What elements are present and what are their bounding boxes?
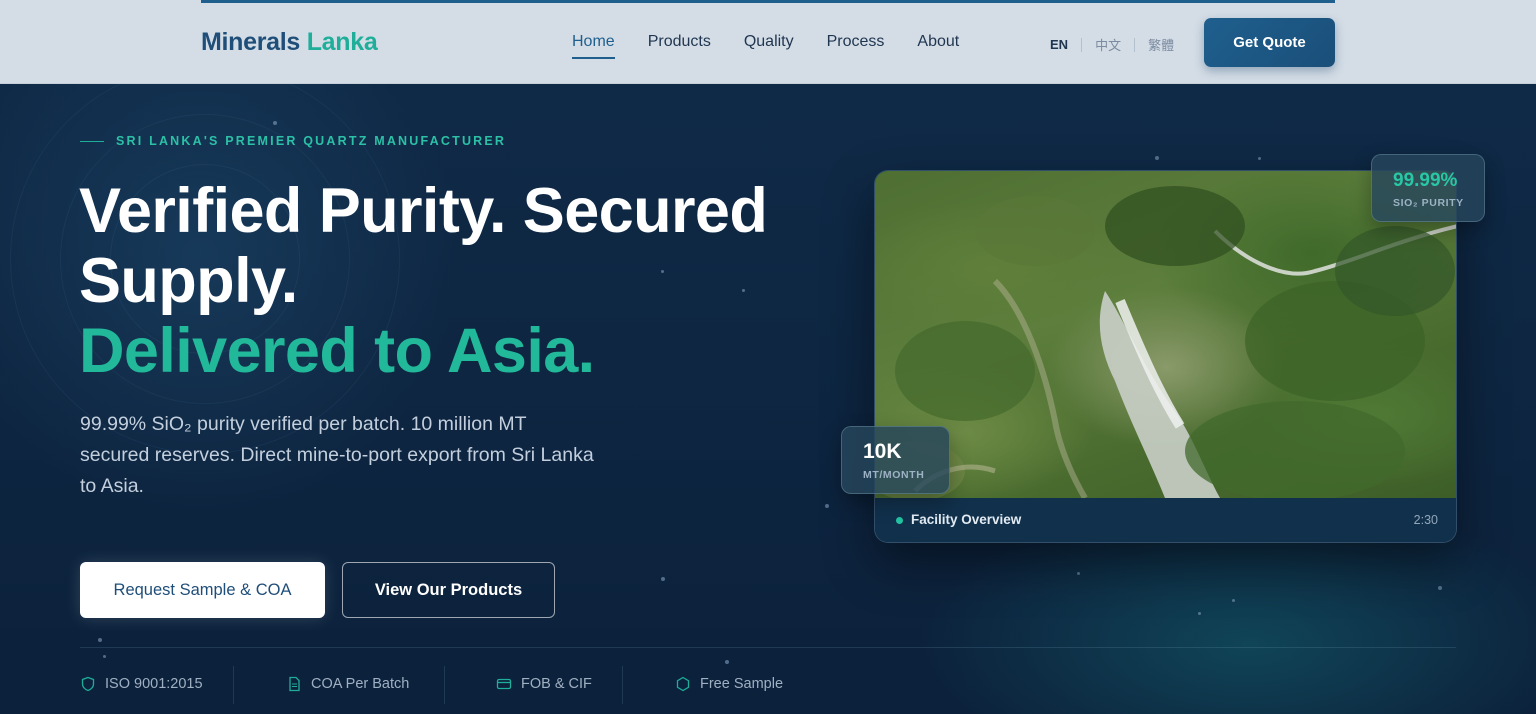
headline-line-2: Supply.	[79, 246, 298, 316]
decorative-dot	[1198, 612, 1201, 615]
trust-label-coa: COA Per Batch	[311, 676, 410, 692]
decorative-dot	[98, 638, 102, 642]
trust-separator	[622, 666, 623, 704]
lang-divider	[1081, 37, 1083, 52]
brand-name-primary: Minerals	[201, 28, 301, 56]
trust-bar-divider	[80, 647, 1456, 648]
view-products-button[interactable]: View Our Products	[342, 562, 555, 618]
decorative-dot	[1155, 156, 1159, 160]
eyebrow-line	[80, 140, 104, 142]
lang-en[interactable]: EN	[1050, 37, 1068, 52]
main-menu: Home Products Quality Process About	[572, 33, 992, 59]
hero-description: 99.99% SiO₂ purity verified per batch. 1…	[80, 413, 594, 497]
decorative-dot	[1258, 157, 1261, 160]
volume-badge: 10K MT/MONTH	[841, 426, 950, 494]
nav-accent-line	[201, 0, 1335, 3]
brand-logo[interactable]: Minerals Lanka	[201, 28, 378, 57]
lang-zh-traditional[interactable]: 繁體	[1148, 35, 1174, 54]
facility-video-card[interactable]: Facility Overview 2:30	[874, 170, 1457, 543]
lang-zh-simplified[interactable]: 中文	[1095, 35, 1121, 54]
headline-accent: Delivered to Asia.	[79, 316, 595, 386]
purity-badge: 99.99% SIO₂ PURITY	[1371, 154, 1485, 222]
decorative-dot	[1438, 586, 1442, 590]
video-duration: 2:30	[1413, 513, 1438, 527]
decorative-dot	[661, 577, 665, 581]
language-switcher: EN 中文 繁體	[1050, 35, 1174, 54]
nav-item-about[interactable]: About	[917, 33, 959, 59]
trust-label-incoterms: FOB & CIF	[521, 676, 592, 692]
nav-item-products[interactable]: Products	[648, 33, 711, 59]
decorative-dot	[1077, 572, 1080, 575]
decorative-dot	[725, 660, 729, 664]
card-icon	[496, 678, 512, 690]
hero-section: SRI LANKA'S PREMIER QUARTZ MANUFACTURER …	[0, 84, 1536, 714]
decorative-dot	[825, 504, 829, 508]
hero-eyebrow: SRI LANKA'S PREMIER QUARTZ MANUFACTURER	[80, 134, 506, 148]
trust-separator	[444, 666, 445, 704]
volume-value: 10K	[863, 440, 902, 463]
trust-separator	[233, 666, 234, 704]
purity-label: SIO₂ PURITY	[1393, 197, 1464, 209]
aerial-terrain-illustration	[875, 186, 1456, 498]
decorative-dot	[1232, 599, 1235, 602]
aerial-video-frame[interactable]	[875, 171, 1456, 498]
request-sample-button[interactable]: Request Sample & COA	[80, 562, 325, 618]
trust-item-iso: ISO 9001:2015	[80, 666, 203, 702]
nav-item-quality[interactable]: Quality	[744, 33, 794, 59]
hexagon-icon	[676, 676, 690, 692]
decorative-dot	[103, 655, 106, 658]
trust-item-sample: Free Sample	[675, 666, 783, 702]
nav-item-process[interactable]: Process	[827, 33, 885, 59]
document-icon	[289, 676, 300, 692]
shield-icon	[81, 676, 95, 692]
lang-divider	[1134, 37, 1136, 52]
eyebrow-text: SRI LANKA'S PREMIER QUARTZ MANUFACTURER	[116, 134, 507, 148]
get-quote-button[interactable]: Get Quote	[1204, 18, 1335, 67]
volume-label: MT/MONTH	[863, 469, 925, 481]
decorative-dot	[273, 121, 277, 125]
trust-label-iso: ISO 9001:2015	[105, 676, 203, 692]
video-title: Facility Overview	[911, 512, 1022, 527]
trust-label-sample: Free Sample	[700, 676, 784, 692]
live-indicator-icon	[896, 517, 903, 524]
nav-item-home[interactable]: Home	[572, 33, 615, 59]
headline-line-1: Verified Purity. Secured	[79, 176, 768, 246]
brand-name-accent: Lanka	[306, 28, 378, 56]
trust-item-coa: COA Per Batch	[286, 666, 409, 702]
trust-item-incoterms: FOB & CIF	[496, 666, 592, 702]
hero-headline: Verified Purity. Secured Supply. Deliver…	[79, 176, 839, 386]
video-info-bar: Facility Overview 2:30	[875, 498, 1456, 542]
top-navigation: Minerals Lanka Home Products Quality Pro…	[0, 0, 1536, 84]
purity-value: 99.99%	[1393, 170, 1458, 191]
